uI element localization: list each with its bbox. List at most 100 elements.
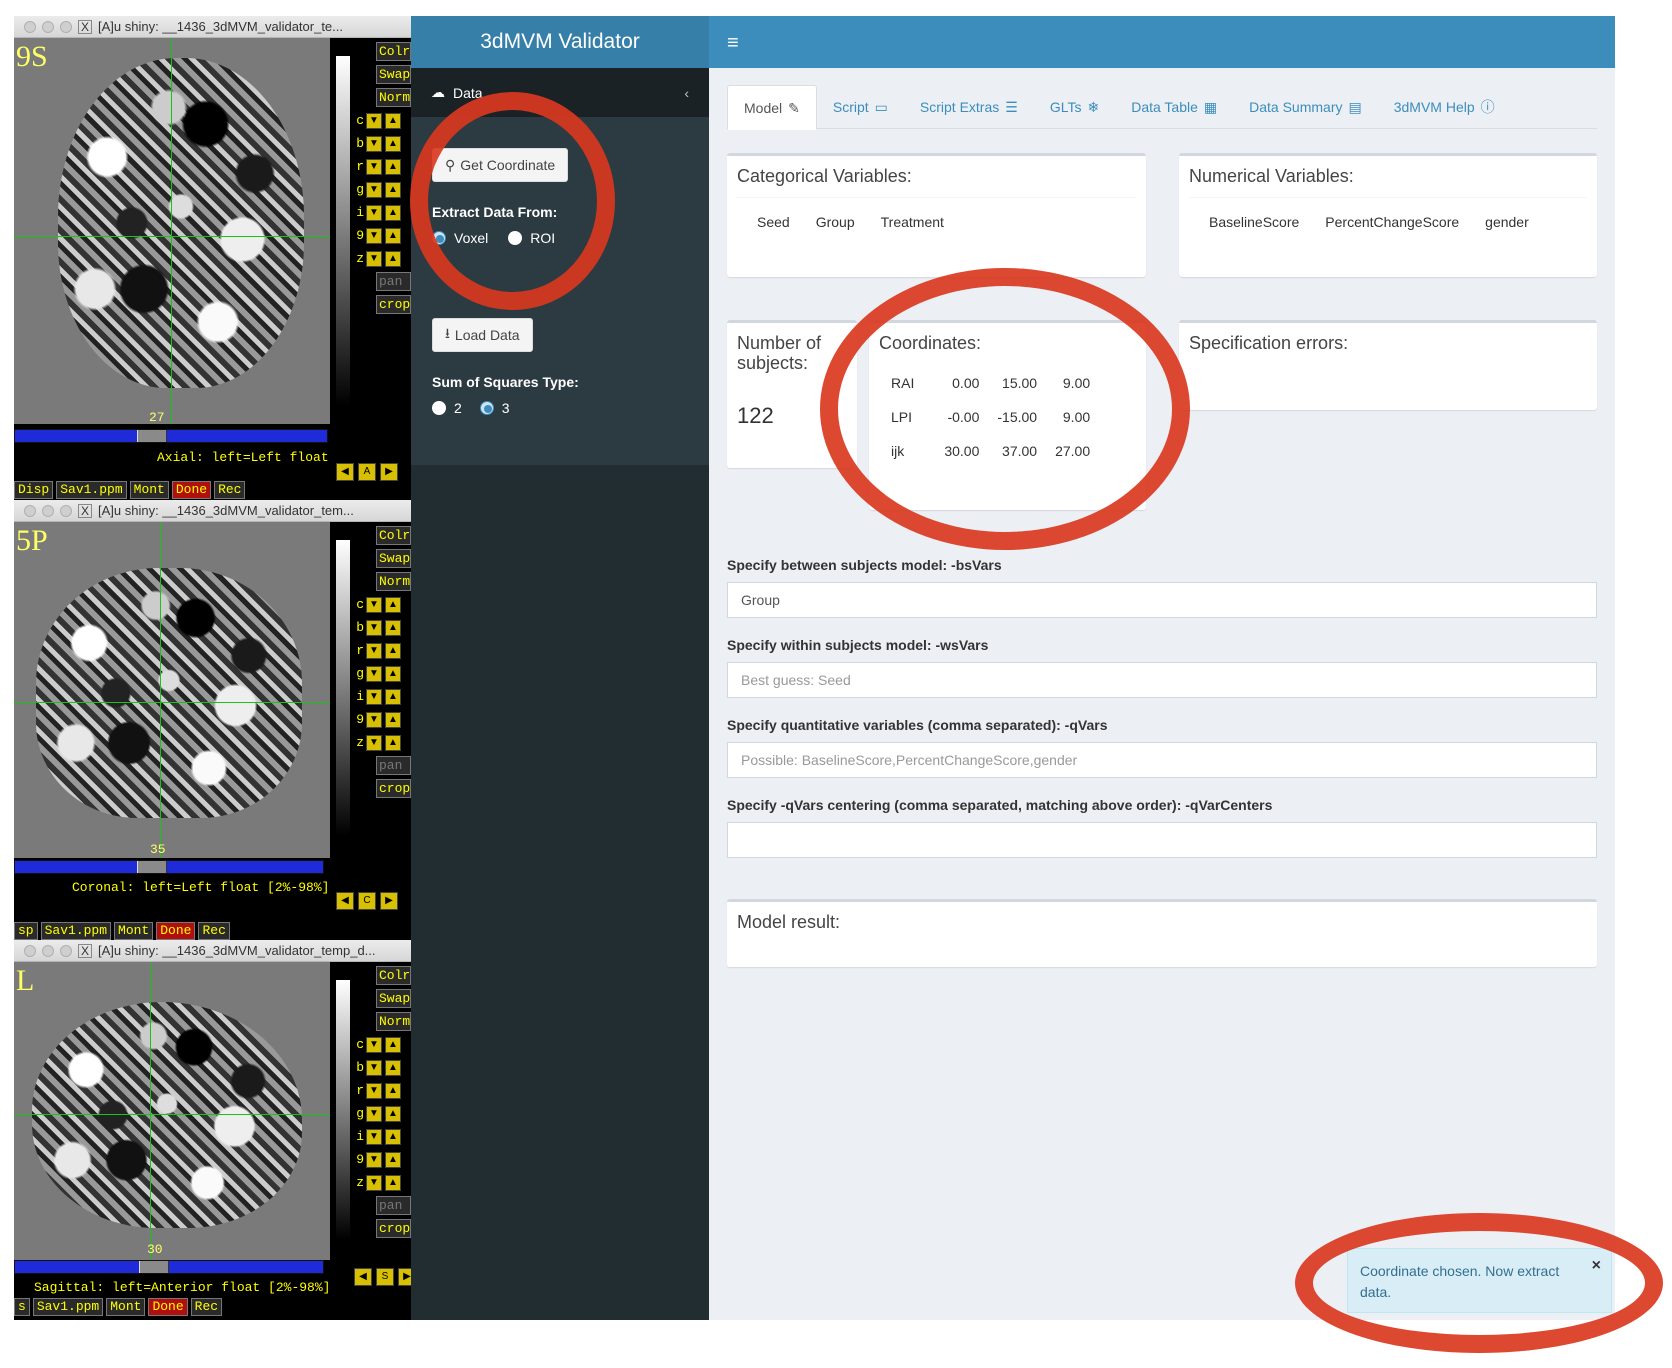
pan-button[interactable]: pan	[376, 756, 411, 775]
view-button[interactable]: C	[358, 892, 376, 910]
colr-button[interactable]: Colr	[376, 42, 411, 61]
colorbar-gradient[interactable]	[336, 980, 350, 1240]
down-arrow-icon[interactable]: ▼	[366, 1151, 382, 1168]
tab-data-summary[interactable]: Data Summary ▤	[1233, 85, 1378, 128]
app-logo[interactable]: 3dMVM Validator	[411, 16, 709, 68]
window-titlebar[interactable]: X [A]u shiny: __1436_3dMVM_validator_tem…	[14, 940, 411, 962]
down-arrow-icon[interactable]: ▼	[366, 619, 382, 636]
swap-button[interactable]: Swap	[376, 65, 411, 84]
disp-button[interactable]: sp	[14, 922, 38, 940]
save-button[interactable]: Sav1.ppm	[56, 481, 127, 499]
zoom-traffic-light[interactable]	[60, 504, 72, 517]
tab-3dmvm-help[interactable]: 3dMVM Help ⓘ	[1378, 85, 1511, 128]
up-arrow-icon[interactable]: ▲	[385, 204, 401, 221]
up-arrow-icon[interactable]: ▲	[385, 181, 401, 198]
norm-button[interactable]: Norm	[376, 572, 411, 591]
down-arrow-icon[interactable]: ▼	[366, 688, 382, 705]
up-arrow-icon[interactable]: ▲	[385, 1151, 401, 1168]
up-arrow-icon[interactable]: ▲	[385, 711, 401, 728]
image-viewport[interactable]	[14, 962, 330, 1260]
down-arrow-icon[interactable]: ▼	[366, 642, 382, 659]
down-arrow-icon[interactable]: ▼	[366, 227, 382, 244]
up-arrow-icon[interactable]: ▲	[385, 642, 401, 659]
left-arrow-icon[interactable]: ◀	[336, 892, 354, 910]
tab-glts[interactable]: GLTs ❄	[1034, 85, 1115, 128]
q-vars-input[interactable]: Possible: BaselineScore,PercentChangeSco…	[727, 742, 1597, 778]
up-arrow-icon[interactable]: ▲	[385, 135, 401, 152]
norm-button[interactable]: Norm	[376, 88, 411, 107]
tab-script-extras[interactable]: Script Extras ☰	[904, 85, 1034, 128]
image-viewport[interactable]	[14, 38, 330, 424]
up-arrow-icon[interactable]: ▲	[385, 1105, 401, 1122]
up-arrow-icon[interactable]: ▲	[385, 1128, 401, 1145]
crop-button[interactable]: crop	[376, 779, 411, 798]
up-arrow-icon[interactable]: ▲	[385, 1036, 401, 1053]
minimize-traffic-light[interactable]	[42, 504, 54, 517]
colorbar-gradient[interactable]	[336, 56, 350, 406]
q-var-centers-input[interactable]	[727, 822, 1597, 858]
done-button[interactable]: Done	[148, 1298, 188, 1316]
disp-button[interactable]: s	[14, 1298, 30, 1316]
up-arrow-icon[interactable]: ▲	[385, 1082, 401, 1099]
close-traffic-light[interactable]	[24, 944, 36, 957]
up-arrow-icon[interactable]: ▲	[385, 665, 401, 682]
view-button[interactable]: S	[376, 1268, 394, 1286]
up-arrow-icon[interactable]: ▲	[385, 112, 401, 129]
done-button[interactable]: Done	[171, 481, 212, 499]
mont-button[interactable]: Mont	[106, 1298, 146, 1316]
up-arrow-icon[interactable]: ▲	[385, 250, 401, 267]
view-button[interactable]: A	[358, 463, 376, 481]
colr-button[interactable]: Colr	[376, 526, 411, 545]
up-arrow-icon[interactable]: ▲	[385, 596, 401, 613]
down-arrow-icon[interactable]: ▼	[366, 135, 382, 152]
rec-button[interactable]: Rec	[214, 481, 246, 499]
up-arrow-icon[interactable]: ▲	[385, 688, 401, 705]
right-arrow-icon[interactable]: ▶	[398, 1268, 411, 1286]
tab-model[interactable]: Model ✎	[727, 85, 817, 130]
save-button[interactable]: Sav1.ppm	[32, 1298, 104, 1316]
crop-button[interactable]: crop	[376, 295, 411, 314]
down-arrow-icon[interactable]: ▼	[366, 1082, 382, 1099]
down-arrow-icon[interactable]: ▼	[366, 1059, 382, 1076]
bs-vars-input[interactable]: Group	[727, 582, 1597, 618]
window-titlebar[interactable]: X [A]u shiny: __1436_3dMVM_validator_te.…	[14, 16, 411, 38]
tab-script[interactable]: Script ▭	[817, 85, 904, 128]
radio-ss-3[interactable]	[479, 401, 494, 415]
down-arrow-icon[interactable]: ▼	[366, 158, 382, 175]
hamburger-menu-icon[interactable]: ≡	[727, 32, 739, 55]
down-arrow-icon[interactable]: ▼	[366, 665, 382, 682]
up-arrow-icon[interactable]: ▲	[385, 734, 401, 751]
ws-vars-input[interactable]: Best guess: Seed	[727, 662, 1597, 698]
slice-slider[interactable]	[14, 429, 328, 443]
down-arrow-icon[interactable]: ▼	[366, 1036, 382, 1053]
colorbar-gradient[interactable]	[336, 540, 350, 836]
slider-thumb[interactable]	[137, 861, 167, 873]
right-arrow-icon[interactable]: ▶	[380, 463, 398, 481]
disp-button[interactable]: Disp	[14, 481, 54, 499]
up-arrow-icon[interactable]: ▲	[385, 158, 401, 175]
down-arrow-icon[interactable]: ▼	[366, 711, 382, 728]
crop-button[interactable]: crop	[376, 1219, 411, 1238]
mont-button[interactable]: Mont	[129, 481, 169, 499]
down-arrow-icon[interactable]: ▼	[366, 596, 382, 613]
close-traffic-light[interactable]	[24, 504, 36, 517]
left-arrow-icon[interactable]: ◀	[336, 463, 354, 481]
up-arrow-icon[interactable]: ▲	[385, 227, 401, 244]
slider-thumb[interactable]	[139, 1261, 169, 1273]
swap-button[interactable]: Swap	[376, 549, 411, 568]
swap-button[interactable]: Swap	[376, 989, 411, 1008]
left-arrow-icon[interactable]: ◀	[354, 1268, 372, 1286]
slice-slider[interactable]	[14, 1260, 324, 1274]
slider-thumb[interactable]	[137, 430, 167, 442]
down-arrow-icon[interactable]: ▼	[366, 1174, 382, 1191]
save-button[interactable]: Sav1.ppm	[40, 922, 112, 940]
pan-button[interactable]: pan	[376, 272, 411, 291]
down-arrow-icon[interactable]: ▼	[366, 181, 382, 198]
image-viewport[interactable]	[14, 522, 330, 858]
close-traffic-light[interactable]	[24, 20, 36, 33]
colr-button[interactable]: Colr	[376, 966, 411, 985]
down-arrow-icon[interactable]: ▼	[366, 1128, 382, 1145]
minimize-traffic-light[interactable]	[42, 20, 54, 33]
slice-slider[interactable]	[14, 860, 324, 874]
up-arrow-icon[interactable]: ▲	[385, 1059, 401, 1076]
